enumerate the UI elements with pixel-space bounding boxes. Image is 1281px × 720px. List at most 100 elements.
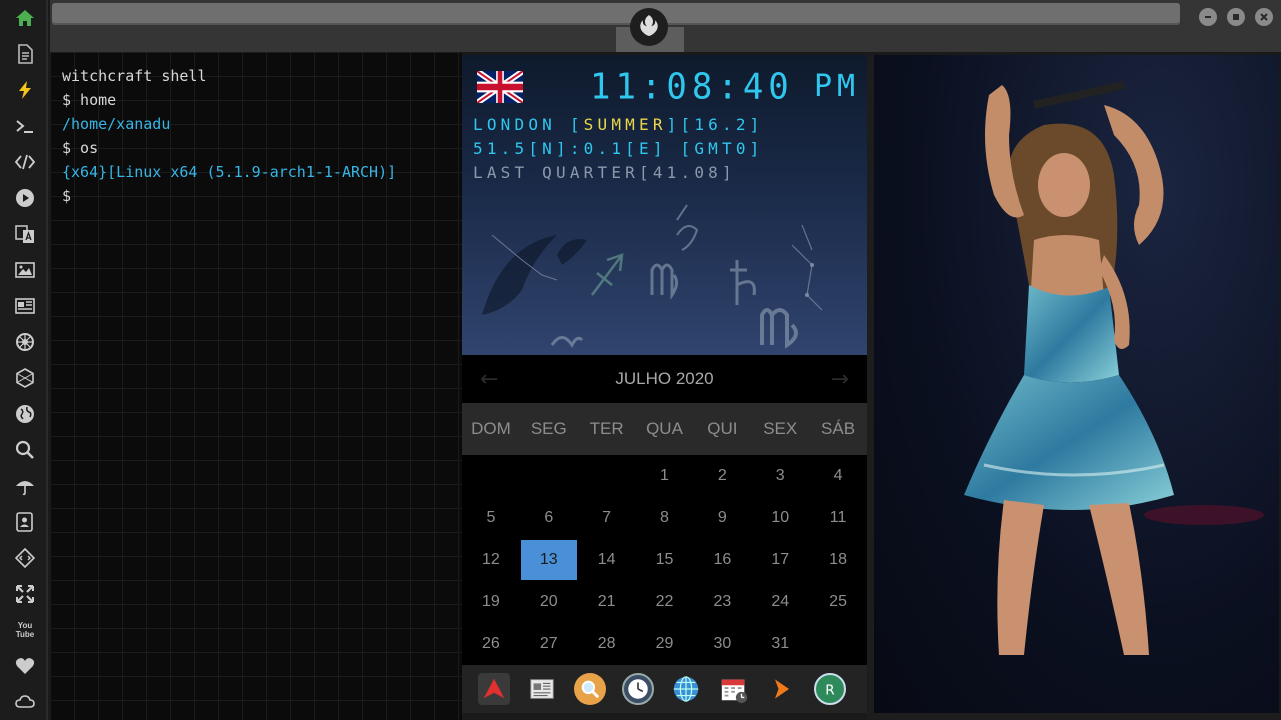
document-icon[interactable] [13,42,37,66]
yandex-icon[interactable]: R [814,673,846,705]
calendar-day[interactable]: 12 [462,539,520,581]
uk-flag-icon [477,71,523,103]
terminal-icon[interactable] [13,114,37,138]
heart-icon[interactable] [13,654,37,678]
app-sidebar: You Tube [0,0,48,720]
app-dock: R [462,665,867,713]
calendar-day[interactable]: 26 [462,623,520,665]
calendar-day[interactable]: 5 [462,497,520,539]
maximize-button[interactable] [1227,8,1245,26]
calendar-day[interactable]: 24 [751,581,809,623]
arrow-app-icon[interactable] [766,673,798,705]
clock-ampm: PM [814,69,861,104]
terminal-line: {x64}[Linux x64 (5.1.9-arch1-1-ARCH)] [62,163,397,181]
close-button[interactable] [1255,8,1273,26]
calendar-day[interactable]: 23 [693,581,751,623]
wallpaper-photo [874,55,1279,713]
calendar-month-title: JULHO 2020 [615,369,714,388]
weekday-label: DOM [471,419,511,438]
weekday-label: SÁB [821,419,856,438]
weekday-label: TER [589,419,624,438]
calendar-day[interactable]: 19 [462,581,520,623]
calendar-day[interactable]: 11 [809,497,867,539]
terminal-panel[interactable]: witchcraft shell $ home /home/xanadu $ o… [50,52,462,720]
calendar-day[interactable]: 4 [809,455,867,497]
calendar-header: ← JULHO 2020 → [462,355,867,403]
youtube-label: You Tube [15,621,35,639]
weekday-label: QUA [646,419,683,438]
youtube-icon[interactable]: You Tube [13,618,37,642]
clock-app-icon[interactable] [622,673,654,705]
calendar-day[interactable]: 25 [809,581,867,623]
hexagon-icon[interactable] [13,366,37,390]
diamond-code-icon[interactable] [13,546,37,570]
lightning-icon[interactable] [13,78,37,102]
moon-phase-line: LAST QUARTER[41.08] [473,163,736,182]
calendar-day[interactable]: 16 [693,539,751,581]
calendar-day[interactable]: 22 [636,581,694,623]
play-icon[interactable] [13,186,37,210]
performer-photo-icon [964,81,1264,655]
calendar-empty-cell [578,455,636,497]
terminal-line: /home/xanadu [62,115,171,133]
coordinates-line: 51.5[N]:0.1[E] [GMT0] [473,139,764,158]
terminal-line: witchcraft shell [62,67,207,85]
image-icon[interactable] [13,258,37,282]
translate-icon[interactable] [13,222,37,246]
calendar-day[interactable]: 31 [751,623,809,665]
calendar-day[interactable]: 17 [751,539,809,581]
browser-globe-icon[interactable] [670,673,702,705]
cloud-icon[interactable] [13,690,37,714]
calendar-day[interactable]: 8 [636,497,694,539]
search-magnifier-icon[interactable] [574,673,606,705]
contacts-icon[interactable] [13,510,37,534]
news-icon[interactable] [13,294,37,318]
settings-wheel-icon[interactable] [13,330,37,354]
clock-time: 11:08:40 [590,66,794,108]
calendar-day[interactable]: 18 [809,539,867,581]
zodiac-background-icon [482,204,823,349]
calendar-widget: ← JULHO 2020 → DOM SEG TER QUA QUI SEX S… [462,355,867,665]
calendar-day[interactable]: 15 [636,539,694,581]
rebel-alliance-icon[interactable] [630,8,668,46]
calendar-day[interactable]: 27 [520,623,578,665]
home-icon[interactable] [13,6,37,30]
calendar-day[interactable]: 21 [578,581,636,623]
calendar-day[interactable]: 7 [578,497,636,539]
globe-icon[interactable] [13,402,37,426]
newspaper-icon[interactable] [526,673,558,705]
calendar-empty-cell [520,455,578,497]
calendar-days-grid: 1 2 3 4 5 6 7 8 9 10 11 12 13 14 15 16 17 18 19 20 21 22 23 24 2… [462,455,867,665]
calendar-day[interactable]: 20 [520,581,578,623]
calendar-day[interactable]: 1 [636,455,694,497]
calendar-day[interactable]: 14 [578,539,636,581]
calendar-day[interactable]: 2 [693,455,751,497]
city-name: LONDON [473,115,556,134]
clock-widget: 11:08:40 PM LONDON [SUMMER][16.2] 51.5[N… [462,55,867,355]
arch-icon[interactable] [478,673,510,705]
previous-month-button[interactable]: ← [480,367,500,392]
calendar-day[interactable]: 28 [578,623,636,665]
calendar-day-today[interactable]: 13 [520,540,577,580]
expand-icon[interactable] [13,582,37,606]
terminal-line: $ os [62,139,99,157]
temperature: [16.2] [680,115,764,134]
weekday-label: SEG [530,419,567,438]
calendar-day[interactable]: 3 [751,455,809,497]
calendar-day[interactable]: 6 [520,497,578,539]
calendar-weekdays: DOM SEG TER QUA QUI SEX SÁB [462,403,867,455]
calendar-day[interactable]: 30 [693,623,751,665]
calendar-day[interactable]: 29 [636,623,694,665]
search-icon[interactable] [13,438,37,462]
code-icon[interactable] [13,150,37,174]
next-month-button[interactable]: → [829,367,849,392]
calendar-app-icon[interactable] [718,673,750,705]
terminal-prompt[interactable]: $ [62,184,450,208]
address-bar[interactable] [52,3,1180,25]
svg-text:R: R [825,682,834,698]
umbrella-icon[interactable] [13,474,37,498]
minimize-button[interactable] [1199,8,1217,26]
calendar-day[interactable]: 10 [751,497,809,539]
calendar-day[interactable]: 9 [693,497,751,539]
season-label: SUMMER [583,115,667,134]
